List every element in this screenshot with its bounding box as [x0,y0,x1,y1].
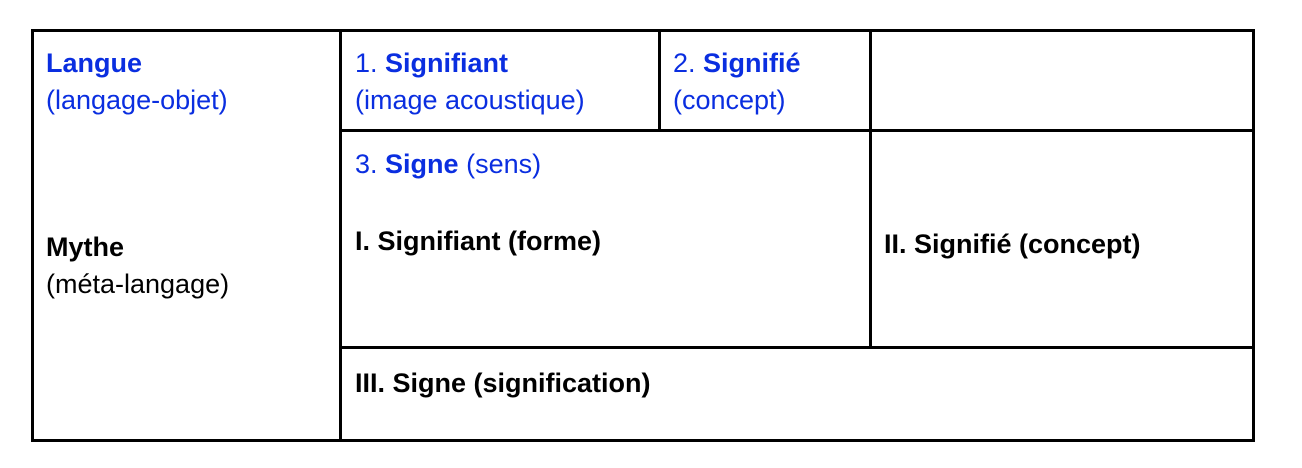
langue-signifiant-cell: 1. Signifiant [355,45,508,81]
divider-signe-empty [869,29,872,349]
langue-signifiant-detail: (image acoustique) [355,85,585,115]
langue-title: Langue [46,48,143,78]
mythe-subtitle: (méta-langage) [46,269,230,299]
divider-row-1 [339,129,1255,132]
langue-signifiant-number: 1. [355,48,378,78]
barthes-myth-diagram: Langue (langage-objet) Mythe (méta-langa… [0,0,1302,468]
langue-subtitle: (langage-objet) [46,85,228,115]
divider-row-3 [339,346,1255,349]
mythe-signifie: II. Signifié (concept) [884,229,1141,259]
mythe-signifiant: I. Signifiant (forme) [355,226,601,256]
divider-label-column [339,29,342,442]
mythe-signe: III. Signe (signification) [355,368,651,398]
langue-signifiant-label: Signifiant [385,48,509,78]
divider-signifiant-signifie [658,29,661,132]
langue-signifie-cell: 2. Signifié [673,45,801,81]
langue-signifie-label: Signifié [703,48,801,78]
langue-signe-number: 3. [355,149,378,179]
langue-signe-detail: (sens) [466,149,542,179]
langue-signifie-number: 2. [673,48,696,78]
langue-signe-cell: 3. Signe (sens) [355,146,541,182]
langue-signifie-detail: (concept) [673,85,786,115]
mythe-title: Mythe [46,232,125,262]
langue-signe-label: Signe [385,149,459,179]
